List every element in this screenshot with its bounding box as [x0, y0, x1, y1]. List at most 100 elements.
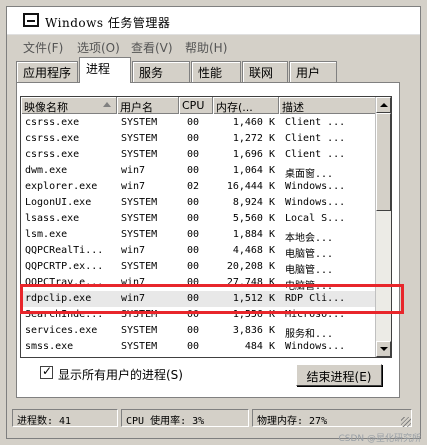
cell-image-name: csrss.exe: [25, 117, 80, 128]
cell-cpu: 00: [187, 213, 200, 224]
cell-description: 服务和...: [285, 329, 334, 340]
tab-applications[interactable]: 应用程序: [16, 61, 78, 82]
scroll-up-icon[interactable]: [376, 97, 391, 113]
cell-memory: 1,696 K: [232, 149, 275, 160]
cell-description: Windows...: [285, 197, 346, 208]
table-row[interactable]: QQPCRealTi... win7 00 4,468 K 电脑管...: [21, 243, 376, 260]
process-list[interactable]: 映像名称 用户名 CPU 内存(... 描述 csrss.exe SYSTEM 00…: [20, 96, 392, 358]
cell-cpu: 00: [187, 261, 200, 272]
watermark: CSDN @星化研究所: [338, 434, 421, 444]
table-row[interactable]: csrss.exe SYSTEM 00 1,460 K Client ...: [21, 115, 376, 131]
cell-description: 本地会...: [285, 233, 334, 244]
cell-cpu: 02: [187, 181, 200, 192]
menu-view[interactable]: 查看(V): [131, 39, 173, 56]
resize-grip-icon[interactable]: [401, 417, 411, 427]
cell-cpu: 00: [187, 149, 200, 160]
cell-cpu: 00: [187, 165, 200, 176]
show-all-users-checkbox[interactable]: ✓: [40, 364, 53, 379]
cell-user-name: win7: [121, 245, 146, 256]
cell-cpu: 00: [187, 229, 200, 240]
cell-user-name: SYSTEM: [121, 149, 158, 160]
scroll-thumb[interactable]: [376, 113, 391, 211]
cell-user-name: SYSTEM: [121, 341, 158, 352]
cell-image-name: lsm.exe: [25, 229, 68, 240]
table-row[interactable]: csrss.exe SYSTEM 00 1,272 K Client ...: [21, 131, 376, 147]
table-row[interactable]: lsm.exe SYSTEM 00 1,884 K 本地会...: [21, 227, 376, 244]
table-row[interactable]: csrss.exe SYSTEM 00 1,696 K Client ...: [21, 147, 376, 163]
cell-image-name: dwm.exe: [25, 165, 68, 176]
cell-description: Client ...: [285, 149, 346, 160]
cell-user-name: SYSTEM: [121, 309, 158, 320]
table-row[interactable]: QQPCRTP.ex... SYSTEM 00 20,208 K 电脑管...: [21, 259, 376, 276]
menu-bar: 文件(F) 选项(O) 查看(V) 帮助(H): [7, 37, 420, 55]
column-user-name[interactable]: 用户名: [117, 97, 179, 114]
menu-help[interactable]: 帮助(H): [185, 39, 227, 56]
tab-users[interactable]: 用户: [289, 61, 337, 82]
table-row[interactable]: services.exe SYSTEM 00 3,836 K 服务和...: [21, 323, 376, 340]
cell-description: 桌面窗...: [285, 169, 334, 180]
cell-memory: 1,512 K: [232, 293, 275, 304]
end-process-button[interactable]: 结束进程(E): [296, 364, 382, 386]
cell-memory: 8,924 K: [232, 197, 275, 208]
tab-services[interactable]: 服务: [132, 61, 190, 82]
tab-performance[interactable]: 性能: [191, 61, 241, 82]
cell-description: RDP Cli...: [285, 293, 346, 304]
cell-memory: 484 K: [244, 341, 275, 352]
table-row[interactable]: SearchInde... SYSTEM 00 1,556 K Microso...: [21, 307, 376, 323]
table-row[interactable]: smss.exe SYSTEM 00 484 K Windows...: [21, 339, 376, 355]
cell-memory: 1,884 K: [232, 229, 275, 240]
cell-description: 电脑管...: [285, 281, 334, 292]
column-image-name[interactable]: 映像名称: [21, 97, 117, 114]
cell-image-name: QQPCTray.e...: [25, 277, 104, 288]
cell-user-name: SYSTEM: [121, 229, 158, 240]
tab-networking[interactable]: 联网: [242, 61, 288, 82]
window-title: Windows 任务管理器: [45, 16, 171, 30]
cell-cpu: 00: [187, 245, 200, 256]
cell-user-name: SYSTEM: [121, 197, 158, 208]
list-header: 映像名称 用户名 CPU 内存(... 描述: [21, 97, 376, 114]
cell-description: 电脑管...: [285, 265, 334, 276]
cell-cpu: 00: [187, 309, 200, 320]
cell-description: Windows...: [285, 181, 346, 192]
menu-options[interactable]: 选项(O): [77, 39, 120, 56]
cell-user-name: SYSTEM: [121, 261, 158, 272]
table-row[interactable]: LogonUI.exe SYSTEM 00 8,924 K Windows...: [21, 195, 376, 211]
cell-description: 电脑管...: [285, 249, 334, 260]
column-description[interactable]: 描述: [279, 97, 376, 114]
cell-memory: 4,468 K: [232, 245, 275, 256]
sort-ascending-icon: [103, 102, 111, 107]
table-row[interactable]: QQPCTray.e... win7 00 27,748 K 电脑管...: [21, 275, 376, 292]
cell-user-name: SYSTEM: [121, 133, 158, 144]
cell-image-name: SearchInde...: [25, 309, 104, 320]
cell-memory: 3,836 K: [232, 325, 275, 336]
table-row[interactable]: dwm.exe win7 00 1,064 K 桌面窗...: [21, 163, 376, 180]
title-bar: Windows 任务管理器: [7, 7, 420, 35]
cell-image-name: services.exe: [25, 325, 98, 336]
table-row[interactable]: rdpclip.exe win7 00 1,512 K RDP Cli...: [21, 291, 376, 307]
status-bar: 进程数: 41 CPU 使用率: 3% 物理内存: 27%: [0, 407, 413, 429]
table-row[interactable]: lsass.exe SYSTEM 00 5,560 K Local S...: [21, 211, 376, 227]
scroll-down-icon[interactable]: [376, 341, 391, 357]
tab-strip: 应用程序 进程 服务 性能 联网 用户: [16, 57, 396, 83]
vertical-scrollbar[interactable]: [375, 97, 391, 357]
cell-memory: 1,460 K: [232, 117, 275, 128]
cell-user-name: win7: [121, 181, 146, 192]
cell-memory: 1,064 K: [232, 165, 275, 176]
tab-processes[interactable]: 进程: [79, 57, 131, 83]
column-memory[interactable]: 内存(...: [213, 97, 279, 114]
cell-image-name: csrss.exe: [25, 149, 80, 160]
menu-file[interactable]: 文件(F): [23, 39, 63, 56]
cell-image-name: QQPCRealTi...: [25, 245, 104, 256]
show-all-users-label[interactable]: 显示所有用户的进程(S): [58, 366, 183, 383]
cell-user-name: SYSTEM: [121, 117, 158, 128]
cell-description: Microso...: [285, 309, 346, 320]
status-cpu-usage: CPU 使用率: 3%: [121, 409, 249, 427]
table-row[interactable]: explorer.exe win7 02 16,444 K Windows...: [21, 179, 376, 195]
cell-memory: 5,560 K: [232, 213, 275, 224]
column-cpu[interactable]: CPU: [179, 97, 213, 114]
cell-image-name: QQPCRTP.ex...: [25, 261, 104, 272]
cell-memory: 1,272 K: [232, 133, 275, 144]
checkmark-icon: ✓: [42, 364, 53, 378]
cell-user-name: win7: [121, 165, 146, 176]
cell-image-name: rdpclip.exe: [25, 293, 92, 304]
